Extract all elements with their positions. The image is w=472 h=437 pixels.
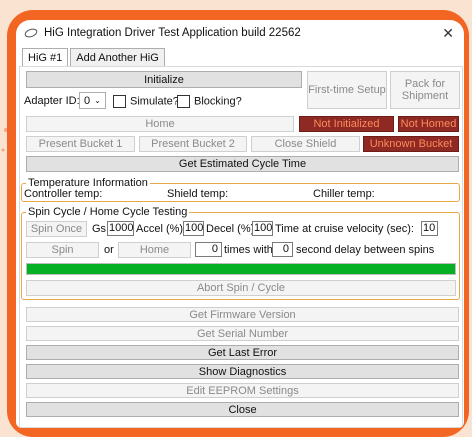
delay-input[interactable]: 0 — [272, 242, 293, 257]
spin-times-input[interactable]: 0 — [195, 242, 222, 257]
adapter-id-value: 0 — [84, 94, 91, 107]
decel-label: Decel (%): — [206, 223, 258, 235]
chevron-down-icon: ⌄ — [94, 96, 101, 105]
close-icon[interactable]: ✕ — [442, 25, 454, 42]
not-initialized-status: Not Initialized — [299, 116, 394, 132]
show-diagnostics-button[interactable]: Show Diagnostics — [26, 364, 459, 379]
controller-temp-label: Controller temp: — [24, 188, 103, 200]
blocking-label: Blocking? — [194, 95, 242, 108]
present-bucket-2-button[interactable]: Present Bucket 2 — [139, 136, 247, 152]
home-cycle-button[interactable]: Home — [118, 242, 191, 258]
get-serial-number-button[interactable]: Get Serial Number — [26, 326, 459, 341]
app-icon — [24, 28, 38, 38]
unknown-bucket-status: Unknown Bucket — [363, 136, 459, 152]
edit-eeprom-settings-button[interactable]: Edit EEPROM Settings — [26, 383, 459, 398]
spin-button[interactable]: Spin — [26, 242, 99, 258]
tab-add-another-hig[interactable]: Add Another HiG — [70, 48, 165, 67]
adapter-id-label: Adapter ID: — [24, 95, 80, 107]
chiller-temp-label: Chiller temp: — [313, 188, 375, 200]
abort-spin-cycle-button[interactable]: Abort Spin / Cycle — [26, 280, 456, 296]
accel-input[interactable]: 100 — [183, 221, 204, 236]
gs-input[interactable]: 1000 — [107, 221, 134, 236]
simulate-checkbox[interactable]: Simulate? — [113, 95, 179, 108]
close-shield-button[interactable]: Close Shield — [251, 136, 360, 152]
window-title: HiG Integration Driver Test Application … — [44, 27, 301, 39]
or-label: or — [104, 244, 114, 256]
cruise-time-input[interactable]: 10 — [421, 221, 438, 236]
cruise-time-label: Time at cruise velocity (sec): — [275, 223, 414, 235]
adapter-id-select[interactable]: 0 ⌄ — [79, 92, 106, 109]
spin-progress-fill — [27, 264, 455, 274]
title-bar: HiG Integration Driver Test Application … — [16, 20, 464, 46]
accel-label: Accel (%): — [136, 223, 187, 235]
tab-hig-1[interactable]: HiG #1 — [22, 48, 69, 67]
simulate-label: Simulate? — [130, 95, 179, 108]
spin-once-button[interactable]: Spin Once — [26, 221, 87, 237]
shield-temp-label: Shield temp: — [167, 188, 229, 200]
get-estimated-cycle-time-button[interactable]: Get Estimated Cycle Time — [26, 156, 459, 172]
app-window: HiG Integration Driver Test Application … — [16, 20, 464, 428]
blocking-checkbox[interactable]: Blocking? — [177, 95, 242, 108]
present-bucket-1-button[interactable]: Present Bucket 1 — [26, 136, 135, 152]
spin-cycle-group-title: Spin Cycle / Home Cycle Testing — [26, 206, 190, 218]
get-firmware-version-button[interactable]: Get Firmware Version — [26, 307, 459, 322]
get-last-error-button[interactable]: Get Last Error — [26, 345, 459, 360]
spin-progress-bar — [26, 263, 456, 275]
pack-for-shipment-button[interactable]: Pack for Shipment — [390, 71, 460, 109]
not-homed-status: Not Homed — [398, 116, 459, 132]
blocking-checkbox-box[interactable] — [177, 95, 190, 108]
home-button[interactable]: Home — [26, 116, 294, 132]
tab-panel: Initialize First-time Setup Pack for Shi… — [19, 66, 463, 428]
temperature-group: Temperature Information Controller temp:… — [21, 177, 460, 202]
delay-label: second delay between spins — [296, 244, 435, 256]
initialize-button[interactable]: Initialize — [26, 71, 302, 88]
first-time-setup-button[interactable]: First-time Setup — [307, 71, 387, 109]
spin-cycle-group: Spin Cycle / Home Cycle Testing Spin Onc… — [21, 206, 460, 300]
decel-input[interactable]: 100 — [252, 221, 273, 236]
close-button[interactable]: Close — [26, 402, 459, 417]
tab-bar: HiG #1 Add Another HiG — [22, 48, 167, 67]
simulate-checkbox-box[interactable] — [113, 95, 126, 108]
